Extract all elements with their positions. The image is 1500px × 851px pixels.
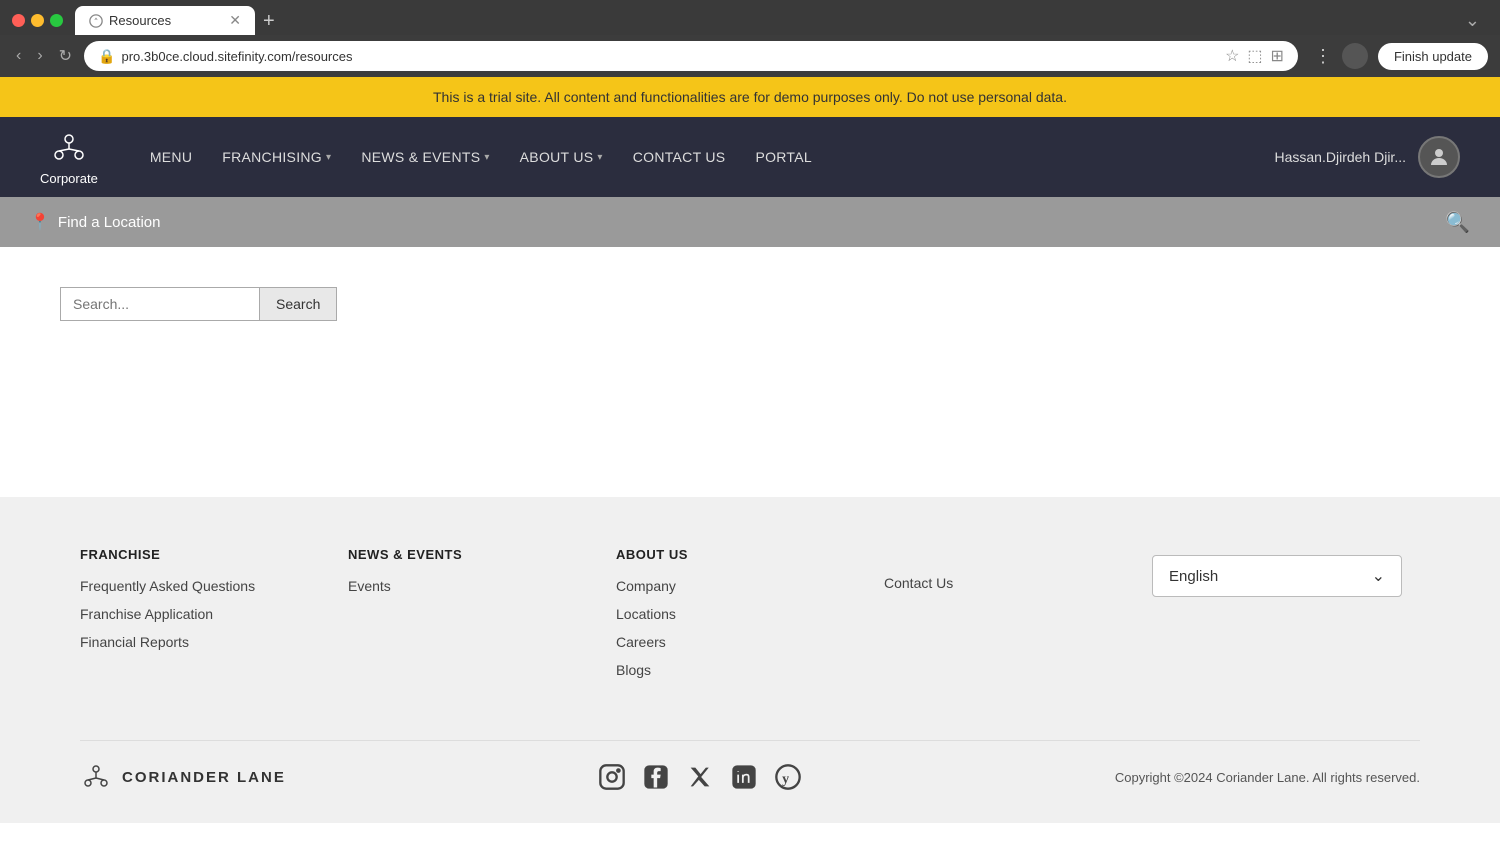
minimize-traffic-light[interactable]: [31, 14, 44, 27]
browser-chrome: Resources ✕ + ⌄ ‹ › ↻ 🔒 pro.3b0ce.cloud.…: [0, 0, 1500, 77]
forward-button[interactable]: ›: [33, 45, 46, 67]
address-bar[interactable]: 🔒 pro.3b0ce.cloud.sitefinity.com/resourc…: [84, 41, 1298, 71]
trial-banner: This is a trial site. All content and fu…: [0, 77, 1500, 117]
instagram-icon[interactable]: [598, 763, 626, 791]
language-selector[interactable]: English ⌄: [1152, 555, 1402, 597]
tab-title: Resources: [109, 13, 223, 28]
extensions-icon[interactable]: ⬚: [1247, 46, 1262, 66]
tab-bar: Resources ✕ + ⌄: [0, 0, 1500, 35]
footer-columns: FRANCHISE Frequently Asked Questions Fra…: [80, 547, 1420, 690]
star-icon[interactable]: ☆: [1225, 46, 1239, 66]
maximize-traffic-light[interactable]: [50, 14, 63, 27]
browser-menu-icon[interactable]: ⋮: [1314, 46, 1332, 67]
address-bar-row: ‹ › ↻ 🔒 pro.3b0ce.cloud.sitefinity.com/r…: [0, 35, 1500, 77]
profiles-icon[interactable]: ⊞: [1271, 46, 1284, 66]
active-tab[interactable]: Resources ✕: [75, 6, 255, 35]
back-button[interactable]: ‹: [12, 45, 25, 67]
reload-button[interactable]: ↻: [55, 44, 76, 68]
nav-contact-us[interactable]: CONTACT US: [621, 141, 738, 173]
language-label: English: [1169, 568, 1218, 585]
copyright-text: Copyright ©2024 Coriander Lane. All righ…: [1115, 770, 1420, 785]
nav-news-events[interactable]: NEWS & EVENTS ▾: [349, 141, 501, 173]
footer-logo[interactable]: CORIANDER LANE: [80, 761, 286, 793]
footer-logo-icon: [80, 761, 112, 793]
main-nav: MENU FRANCHISING ▾ NEWS & EVENTS ▾ ABOUT…: [138, 141, 1275, 173]
site-header: Corporate MENU FRANCHISING ▾ NEWS & EVEN…: [0, 117, 1500, 197]
lock-icon: 🔒: [98, 48, 115, 65]
nav-menu[interactable]: MENU: [138, 141, 204, 173]
user-avatar[interactable]: [1418, 136, 1460, 178]
logo-text: Corporate: [40, 171, 98, 186]
address-bar-actions: ☆ ⬚ ⊞: [1225, 46, 1284, 66]
new-tab-button[interactable]: +: [263, 11, 275, 31]
footer-contact-col: Contact Us: [884, 547, 1152, 690]
browser-actions: ⋮ Finish update: [1314, 43, 1488, 70]
main-content: Search: [0, 247, 1500, 497]
location-pin-icon: 📍: [30, 212, 50, 232]
search-button[interactable]: Search: [260, 287, 337, 321]
logo-icon: [49, 129, 89, 169]
footer-faq-link[interactable]: Frequently Asked Questions: [80, 578, 348, 594]
nav-about-us[interactable]: ABOUT US ▾: [508, 141, 615, 173]
search-input[interactable]: [60, 287, 260, 321]
franchising-arrow-icon: ▾: [326, 152, 331, 163]
footer-news-heading: NEWS & EVENTS: [348, 547, 616, 562]
footer-company-link[interactable]: Company: [616, 578, 884, 594]
nav-portal[interactable]: PORTAL: [743, 141, 824, 173]
finish-update-button[interactable]: Finish update: [1378, 43, 1488, 70]
chevron-down-icon[interactable]: ⌄: [1465, 10, 1488, 31]
site-footer: FRANCHISE Frequently Asked Questions Fra…: [0, 497, 1500, 823]
tab-favicon: [89, 14, 103, 28]
find-location-text: Find a Location: [58, 214, 161, 231]
footer-financial-reports-link[interactable]: Financial Reports: [80, 634, 348, 650]
svg-text:y: y: [783, 772, 790, 787]
footer-about-col: ABOUT US Company Locations Careers Blogs: [616, 547, 884, 690]
location-search-icon[interactable]: 🔍: [1445, 210, 1470, 235]
linkedin-icon[interactable]: [730, 763, 758, 791]
footer-franchise-app-link[interactable]: Franchise Application: [80, 606, 348, 622]
footer-locations-link[interactable]: Locations: [616, 606, 884, 622]
footer-about-heading: ABOUT US: [616, 547, 884, 562]
trial-banner-text: This is a trial site. All content and fu…: [433, 89, 1067, 105]
footer-contact-us-link[interactable]: Contact Us: [884, 575, 1152, 591]
footer-bottom: CORIANDER LANE: [80, 740, 1420, 793]
user-avatar-icon: [1427, 145, 1451, 169]
find-location[interactable]: 📍 Find a Location: [30, 212, 161, 232]
footer-events-link[interactable]: Events: [348, 578, 616, 594]
footer-logo-text: CORIANDER LANE: [122, 769, 286, 786]
user-profile-icon[interactable]: [1342, 43, 1368, 69]
footer-franchise-heading: FRANCHISE: [80, 547, 348, 562]
social-icons: y: [598, 763, 802, 791]
user-name: Hassan.Djirdeh Djir...: [1275, 149, 1407, 165]
language-chevron-icon: ⌄: [1372, 566, 1385, 586]
news-arrow-icon: ▾: [484, 152, 489, 163]
footer-blogs-link[interactable]: Blogs: [616, 662, 884, 678]
user-area: Hassan.Djirdeh Djir...: [1275, 136, 1461, 178]
nav-franchising[interactable]: FRANCHISING ▾: [210, 141, 343, 173]
yelp-icon[interactable]: y: [774, 763, 802, 791]
footer-language-col: English ⌄: [1152, 547, 1420, 690]
search-bar: Search: [60, 287, 1440, 321]
about-arrow-icon: ▾: [597, 152, 602, 163]
url-text: pro.3b0ce.cloud.sitefinity.com/resources: [122, 49, 1220, 64]
x-twitter-icon[interactable]: [686, 763, 714, 791]
footer-careers-link[interactable]: Careers: [616, 634, 884, 650]
traffic-lights: [12, 14, 63, 27]
logo-area[interactable]: Corporate: [40, 129, 98, 186]
footer-franchise-col: FRANCHISE Frequently Asked Questions Fra…: [80, 547, 348, 690]
footer-news-col: NEWS & EVENTS Events: [348, 547, 616, 690]
close-traffic-light[interactable]: [12, 14, 25, 27]
location-bar: 📍 Find a Location 🔍: [0, 197, 1500, 247]
tab-close-button[interactable]: ✕: [229, 12, 241, 29]
facebook-icon[interactable]: [642, 763, 670, 791]
